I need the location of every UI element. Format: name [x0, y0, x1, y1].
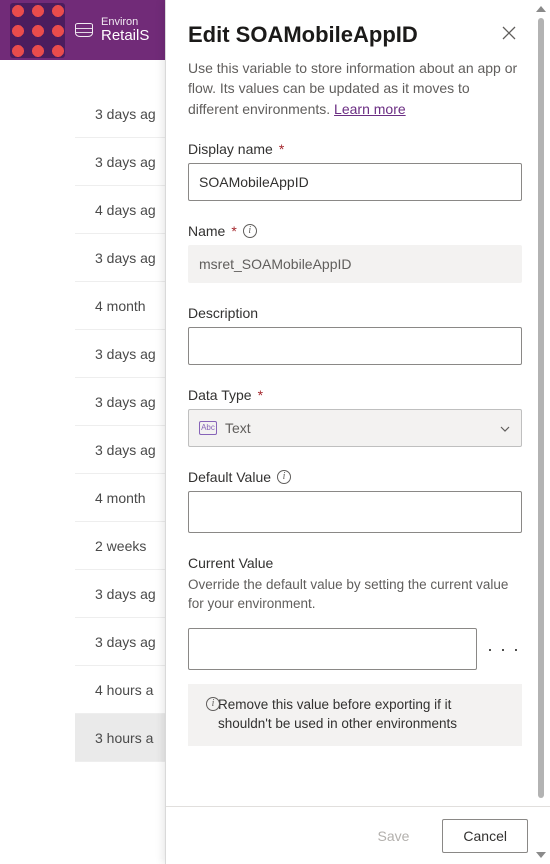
- info-icon: i: [206, 697, 220, 711]
- display-name-label: Display name: [188, 141, 273, 157]
- data-type-value: Text: [225, 420, 251, 436]
- grid-icon: [75, 23, 93, 37]
- info-icon[interactable]: i: [277, 470, 291, 484]
- name-label: Name: [188, 223, 225, 239]
- required-icon: *: [258, 387, 263, 403]
- data-type-select[interactable]: Abc Text: [188, 409, 522, 447]
- current-value-note-text: Remove this value before exporting if it…: [218, 697, 457, 731]
- learn-more-link[interactable]: Learn more: [334, 101, 406, 117]
- app-logo: [10, 3, 65, 58]
- current-value-input[interactable]: [188, 628, 477, 670]
- required-icon: *: [279, 141, 284, 157]
- data-type-label: Data Type: [188, 387, 252, 403]
- env-label: Environ: [101, 16, 149, 28]
- chevron-down-icon: [499, 422, 511, 434]
- current-value-help: Override the default value by setting th…: [188, 575, 522, 614]
- current-value-label: Current Value: [188, 555, 273, 571]
- current-value-note: i Remove this value before exporting if …: [188, 684, 522, 746]
- cancel-button[interactable]: Cancel: [442, 819, 528, 853]
- panel-footer: Save Cancel: [166, 806, 550, 864]
- scrollbar[interactable]: [536, 6, 546, 858]
- env-name: RetailS: [101, 28, 149, 45]
- description-label: Description: [188, 305, 258, 321]
- info-icon[interactable]: i: [243, 224, 257, 238]
- panel-description: Use this variable to store information a…: [188, 58, 522, 119]
- display-name-input[interactable]: [188, 163, 522, 201]
- scroll-thumb[interactable]: [538, 18, 544, 798]
- panel-title: Edit SOAMobileAppID: [188, 22, 418, 48]
- edit-variable-panel: Edit SOAMobileAppID Use this variable to…: [165, 0, 550, 864]
- scroll-up-icon[interactable]: [536, 6, 546, 12]
- scroll-down-icon[interactable]: [536, 852, 546, 858]
- close-button[interactable]: [502, 22, 522, 42]
- more-button[interactable]: · · ·: [485, 639, 522, 660]
- name-input: [188, 245, 522, 283]
- save-button[interactable]: Save: [356, 819, 430, 853]
- required-icon: *: [231, 223, 236, 239]
- description-input[interactable]: [188, 327, 522, 365]
- default-value-label: Default Value: [188, 469, 271, 485]
- text-type-icon: Abc: [199, 421, 217, 435]
- default-value-input[interactable]: [188, 491, 522, 533]
